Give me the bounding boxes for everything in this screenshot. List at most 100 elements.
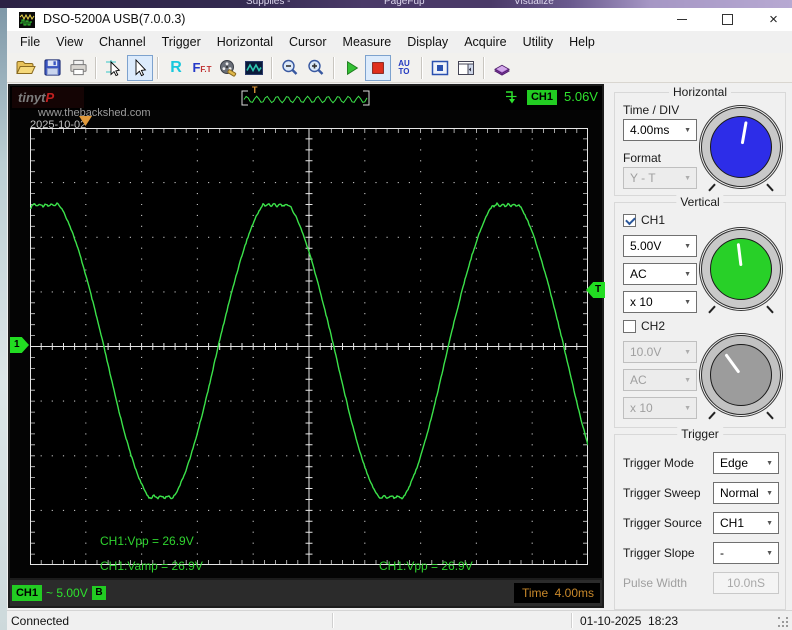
preview-trigger-marker: T — [252, 85, 258, 95]
horizontal-group: Horizontal Time / DIV 4.00ms ▼ Format Y -… — [614, 85, 786, 196]
chevron-down-icon: ▼ — [766, 490, 773, 497]
pulse-width-input: 10.0nS — [713, 572, 779, 594]
format-label: Format — [623, 151, 662, 165]
format-select: Y - T ▼ — [623, 167, 697, 189]
chevron-down-icon: ▼ — [684, 377, 691, 384]
ch1-position-knob[interactable] — [699, 227, 783, 314]
ch1-enable-checkbox[interactable]: CH1 — [623, 213, 665, 227]
minimize-icon — [676, 19, 687, 20]
menu-cursor[interactable]: Cursor — [281, 35, 335, 49]
stop-icon[interactable] — [365, 54, 391, 81]
trigger-slope-select[interactable]: - ▼ — [713, 542, 779, 564]
chevron-down-icon: ▼ — [766, 460, 773, 467]
save-icon[interactable] — [39, 55, 65, 81]
timebase-readout: Time 4.00ms — [514, 583, 600, 603]
chevron-down-icon: ▼ — [684, 349, 691, 356]
fullscreen-icon[interactable] — [427, 55, 453, 81]
cursor-track-icon[interactable] — [101, 55, 127, 81]
waveform-grid — [30, 128, 588, 565]
auto-setup-icon[interactable]: AU TO — [391, 55, 417, 81]
toolbar-separator — [483, 56, 485, 79]
toolbar-separator — [271, 56, 273, 79]
menu-view[interactable]: View — [48, 35, 91, 49]
checkbox-checked-icon — [623, 213, 636, 227]
chevron-down-icon: ▼ — [684, 405, 691, 412]
waveform-view-icon[interactable] — [241, 55, 267, 81]
run-icon[interactable] — [339, 55, 365, 81]
close-button[interactable]: × — [758, 8, 789, 31]
watermark-url: www.thebackshed.com — [38, 107, 151, 119]
toolbar-separator — [333, 56, 335, 79]
open-file-icon[interactable] — [13, 55, 39, 81]
background-text: Supplies - — [246, 0, 291, 7]
background-text: PageFup — [384, 0, 425, 7]
print-icon[interactable] — [65, 55, 91, 81]
ch2-probe-select: x 10 ▼ — [623, 397, 697, 419]
ch1-coupling-select[interactable]: AC ▼ — [623, 263, 697, 285]
trigger-channel-badge: CH1 — [527, 90, 557, 105]
title-bar: DSO-5200A USB(7.0.0.3) × — [7, 8, 792, 31]
ch2-enable-checkbox[interactable]: CH2 — [623, 319, 665, 333]
ch2-volts-select: 10.0V ▼ — [623, 341, 697, 363]
fft-icon[interactable]: FF.T — [189, 55, 215, 81]
ch1-scale-readout: ~ 5.00V — [46, 586, 88, 600]
menu-acquire[interactable]: Acquire — [456, 35, 514, 49]
window-title: DSO-5200A USB(7.0.0.3) — [43, 12, 186, 26]
logo-watermark: tinytP — [12, 87, 84, 108]
toolbar-separator — [157, 56, 159, 79]
chevron-down-icon: ▼ — [766, 520, 773, 527]
trigger-group: Trigger Trigger Mode Edge ▼ Trigger Sweep… — [614, 427, 786, 610]
scope-panel: tinytP T CH1 5.06V www.thebackshed.com 2… — [8, 84, 605, 608]
refresh-r-icon[interactable]: R — [163, 55, 189, 81]
window-layout-icon[interactable] — [453, 55, 479, 81]
time-div-label: Time / DIV — [623, 103, 680, 117]
trigger-edge-icon — [504, 88, 518, 111]
menu-trigger[interactable]: Trigger — [154, 35, 209, 49]
trigger-source-select[interactable]: CH1 ▼ — [713, 512, 779, 534]
toolbar-separator — [421, 56, 423, 79]
cursor-select-icon[interactable] — [127, 54, 153, 81]
menu-help[interactable]: Help — [561, 35, 603, 49]
connection-status: Connected — [11, 614, 70, 628]
menu-horizontal[interactable]: Horizontal — [209, 35, 281, 49]
ch1-probe-select[interactable]: x 10 ▼ — [623, 291, 697, 313]
trigger-mode-select[interactable]: Edge ▼ — [713, 452, 779, 474]
background-text: Visualize — [514, 0, 554, 7]
horizontal-knob[interactable] — [699, 105, 783, 192]
statusbar-divider — [571, 613, 573, 628]
menu-utility[interactable]: Utility — [515, 35, 562, 49]
menu-measure[interactable]: Measure — [335, 35, 400, 49]
help-book-icon[interactable] — [489, 55, 515, 81]
chevron-down-icon: ▼ — [766, 550, 773, 557]
status-bar: Connected 01-10-2025 18:23 — [7, 610, 792, 630]
watermark-date: 2025-10-02 — [30, 119, 87, 131]
ch1-badge: CH1 — [12, 585, 42, 601]
ch1-ground-marker[interactable]: 1 — [10, 337, 29, 353]
resize-grip-icon[interactable] — [778, 617, 780, 619]
maximize-icon — [722, 14, 733, 25]
scope-display[interactable]: www.thebackshed.com 2025-10-02 1 T CH1:V… — [10, 107, 605, 578]
background-window-edge — [0, 8, 7, 630]
menu-display[interactable]: Display — [399, 35, 456, 49]
scope-bottom-bar: CH1 ~ 5.00V B Time 4.00ms — [10, 580, 602, 606]
minimize-button[interactable] — [666, 8, 697, 31]
trigger-source-label: Trigger Source — [623, 516, 702, 530]
trigger-level-marker[interactable]: T — [586, 282, 605, 298]
vertical-group: Vertical CH1 5.00V ▼ AC ▼ x 10 ▼ CH2 10.0V ▼… — [614, 195, 786, 428]
menu-channel[interactable]: Channel — [91, 35, 154, 49]
acquisition-preview[interactable]: T — [238, 85, 373, 109]
trigger-sweep-label: Trigger Sweep — [623, 486, 701, 500]
background-window-strip: Supplies - PageFup Visualize — [0, 0, 792, 8]
zoom-out-icon[interactable] — [277, 55, 303, 81]
pulse-width-label: Pulse Width — [623, 576, 688, 590]
menu-bar: File View Channel Trigger Horizontal Cur… — [7, 31, 792, 53]
reel-icon[interactable] — [215, 55, 241, 81]
time-div-select[interactable]: 4.00ms ▼ — [623, 119, 697, 141]
menu-file[interactable]: File — [12, 35, 48, 49]
ch2-position-knob[interactable] — [699, 333, 783, 420]
maximize-button[interactable] — [712, 8, 743, 31]
trigger-sweep-select[interactable]: Normal ▼ — [713, 482, 779, 504]
zoom-in-icon[interactable] — [303, 55, 329, 81]
datetime-readout: 01-10-2025 18:23 — [580, 614, 679, 628]
ch1-volts-select[interactable]: 5.00V ▼ — [623, 235, 697, 257]
